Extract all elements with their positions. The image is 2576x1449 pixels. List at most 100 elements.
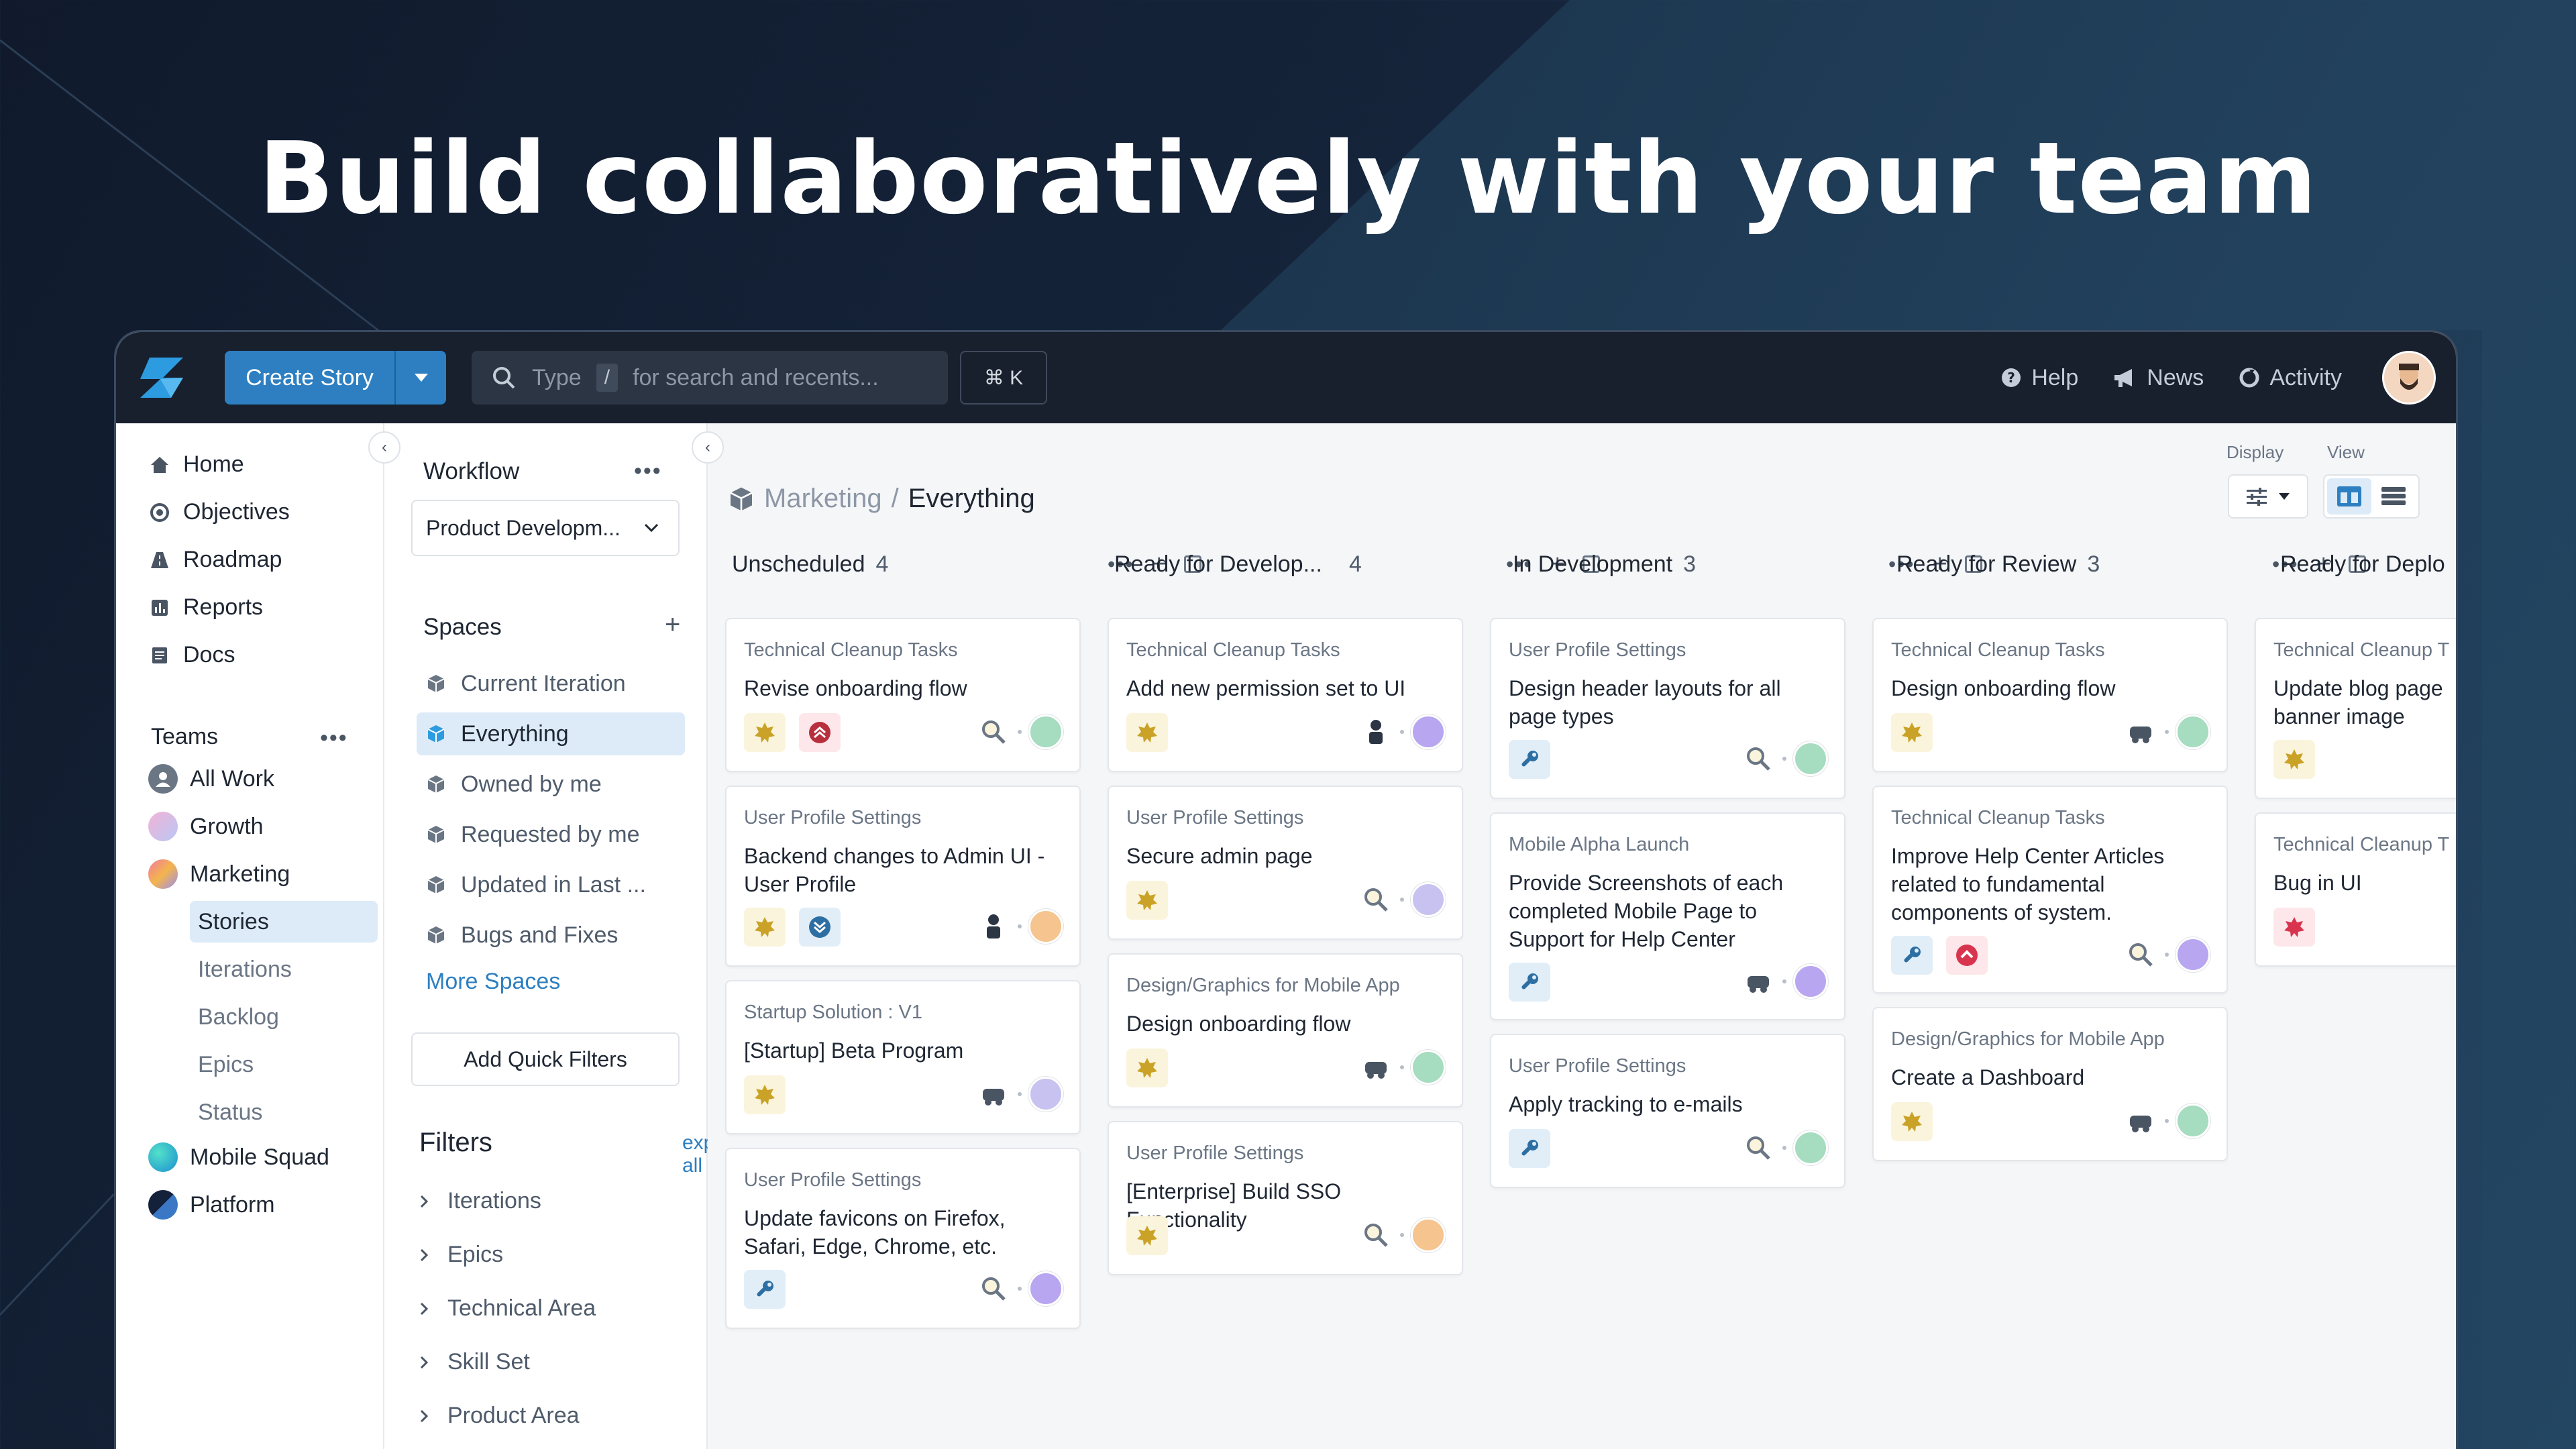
story-card[interactable]: User Profile Settings [Enterprise] Build… bbox=[1108, 1121, 1463, 1275]
card-title[interactable]: Add new permission set to UI bbox=[1126, 674, 1448, 702]
app-logo-icon[interactable] bbox=[136, 352, 187, 403]
card-epic[interactable]: Technical Cleanup Tasks bbox=[1891, 639, 2105, 661]
list-view-button[interactable] bbox=[2371, 478, 2416, 515]
card-epic[interactable]: User Profile Settings bbox=[1126, 1142, 1303, 1165]
kanban-view-button[interactable] bbox=[2327, 478, 2371, 515]
story-card[interactable]: Technical Cleanup Tasks Add new permissi… bbox=[1108, 618, 1463, 772]
card-epic[interactable]: User Profile Settings bbox=[744, 807, 921, 829]
activity-link[interactable]: Activity bbox=[2239, 365, 2342, 391]
owner-avatar[interactable] bbox=[1028, 1077, 1063, 1112]
nav-item-home[interactable]: Home bbox=[148, 451, 244, 478]
card-title[interactable]: Revise onboarding flow bbox=[744, 674, 1066, 702]
owner-avatar[interactable] bbox=[1411, 1050, 1446, 1085]
card-epic[interactable]: Technical Cleanup Tasks bbox=[1891, 807, 2105, 829]
owner-avatar[interactable] bbox=[1793, 741, 1828, 776]
priority-badge[interactable] bbox=[1946, 936, 1988, 975]
filter-epics[interactable]: Epics bbox=[419, 1242, 503, 1268]
card-epic[interactable]: Technical Cleanup Tasks bbox=[744, 639, 958, 661]
owner-avatar[interactable] bbox=[1028, 909, 1063, 944]
filter-iterations[interactable]: Iterations bbox=[419, 1188, 541, 1214]
card-title[interactable]: Design header layouts for all page types bbox=[1509, 674, 1831, 731]
space-requested-by-me[interactable]: Requested by me bbox=[417, 813, 685, 856]
team-all-work[interactable]: All Work bbox=[148, 764, 274, 794]
story-card[interactable]: Startup Solution : V1 [Startup] Beta Pro… bbox=[725, 980, 1081, 1134]
space-current-iteration[interactable]: Current Iteration bbox=[417, 662, 685, 705]
space-owned-by-me[interactable]: Owned by me bbox=[417, 763, 685, 806]
story-card[interactable]: User Profile Settings Design header layo… bbox=[1490, 618, 1845, 799]
chore-badge[interactable] bbox=[744, 1270, 786, 1309]
chore-badge[interactable] bbox=[1509, 963, 1550, 1002]
card-epic[interactable]: Design/Graphics for Mobile App bbox=[1891, 1028, 2165, 1051]
owner-avatar[interactable] bbox=[1411, 1218, 1446, 1252]
card-title[interactable]: Provide Screenshots of each completed Mo… bbox=[1509, 869, 1831, 953]
teams-more-button[interactable]: ••• bbox=[320, 725, 348, 751]
display-settings-button[interactable] bbox=[2228, 474, 2308, 519]
filter-technical-area[interactable]: Technical Area bbox=[419, 1295, 596, 1322]
priority-badge[interactable] bbox=[799, 908, 841, 947]
bug-badge[interactable] bbox=[2273, 908, 2315, 947]
collapse-nav-button[interactable]: ‹ bbox=[368, 431, 400, 464]
help-link[interactable]: ? Help bbox=[2000, 365, 2078, 391]
card-epic[interactable]: User Profile Settings bbox=[1509, 639, 1686, 661]
card-title[interactable]: Update blog page banner image bbox=[2273, 674, 2448, 731]
space-everything[interactable]: Everything bbox=[417, 712, 685, 755]
workflow-more-button[interactable]: ••• bbox=[634, 458, 662, 484]
card-epic[interactable]: Startup Solution : V1 bbox=[744, 1002, 922, 1024]
card-title[interactable]: Update favicons on Firefox, Safari, Edge… bbox=[744, 1204, 1066, 1260]
story-card[interactable]: Technical Cleanup Tasks Improve Help Cen… bbox=[1872, 786, 2228, 994]
workflow-select[interactable]: Product Developm... bbox=[411, 500, 680, 556]
news-link[interactable]: News bbox=[2113, 365, 2204, 391]
feature-badge[interactable] bbox=[2273, 740, 2315, 779]
card-title[interactable]: Design onboarding flow bbox=[1891, 674, 2213, 702]
chore-badge[interactable] bbox=[1509, 740, 1550, 779]
story-card[interactable]: User Profile Settings Update favicons on… bbox=[725, 1148, 1081, 1329]
feature-badge[interactable] bbox=[1126, 713, 1168, 752]
feature-badge[interactable] bbox=[1126, 1049, 1168, 1087]
card-epic[interactable]: User Profile Settings bbox=[1126, 807, 1303, 829]
card-title[interactable]: Create a Dashboard bbox=[1891, 1063, 2213, 1091]
feature-badge[interactable] bbox=[1126, 881, 1168, 920]
create-story-dropdown[interactable] bbox=[396, 372, 446, 383]
space-bugs-and-fixes[interactable]: Bugs and Fixes bbox=[417, 914, 685, 957]
owner-avatar[interactable] bbox=[1028, 714, 1063, 749]
feature-badge[interactable] bbox=[744, 713, 786, 752]
card-title[interactable]: [Startup] Beta Program bbox=[744, 1036, 1066, 1065]
card-epic[interactable]: Technical Cleanup Tasks bbox=[1126, 639, 1340, 661]
owner-avatar[interactable] bbox=[1028, 1271, 1063, 1306]
priority-badge[interactable] bbox=[799, 713, 841, 752]
card-title[interactable]: Backend changes to Admin UI - User Profi… bbox=[744, 842, 1066, 898]
story-card[interactable]: User Profile Settings Backend changes to… bbox=[725, 786, 1081, 967]
feature-badge[interactable] bbox=[1126, 1216, 1168, 1255]
team-platform[interactable]: Platform bbox=[148, 1190, 275, 1220]
marketing-sub-backlog[interactable]: Backlog bbox=[190, 996, 378, 1038]
story-card[interactable]: Design/Graphics for Mobile App Create a … bbox=[1872, 1007, 2228, 1161]
story-card[interactable]: User Profile Settings Secure admin page bbox=[1108, 786, 1463, 940]
card-title[interactable]: Design onboarding flow bbox=[1126, 1010, 1448, 1038]
story-card[interactable]: User Profile Settings Apply tracking to … bbox=[1490, 1034, 1845, 1188]
filter-skill-set[interactable]: Skill Set bbox=[419, 1349, 530, 1375]
marketing-sub-status[interactable]: Status bbox=[190, 1091, 378, 1133]
card-epic[interactable]: Mobile Alpha Launch bbox=[1509, 834, 1689, 856]
card-title[interactable]: Improve Help Center Articles related to … bbox=[1891, 842, 2213, 926]
story-card[interactable]: Technical Cleanup T Update blog page ban… bbox=[2255, 618, 2456, 799]
chore-badge[interactable] bbox=[1891, 936, 1933, 975]
chore-badge[interactable] bbox=[1509, 1129, 1550, 1168]
owner-avatar[interactable] bbox=[1793, 964, 1828, 999]
card-title[interactable]: Secure admin page bbox=[1126, 842, 1448, 870]
story-card[interactable]: Mobile Alpha Launch Provide Screenshots … bbox=[1490, 812, 1845, 1020]
space-updated-recently[interactable]: Updated in Last ... bbox=[417, 863, 685, 906]
card-title[interactable]: Bug in UI bbox=[2273, 869, 2448, 897]
owner-avatar[interactable] bbox=[1411, 882, 1446, 917]
team-marketing[interactable]: Marketing bbox=[148, 859, 290, 889]
feature-badge[interactable] bbox=[744, 1075, 786, 1114]
card-epic[interactable]: User Profile Settings bbox=[744, 1169, 921, 1191]
add-quick-filters-button[interactable]: Add Quick Filters bbox=[411, 1032, 680, 1086]
card-epic[interactable]: User Profile Settings bbox=[1509, 1055, 1686, 1077]
more-spaces-link[interactable]: More Spaces bbox=[426, 969, 560, 995]
card-title[interactable]: Apply tracking to e-mails bbox=[1509, 1090, 1831, 1118]
feature-badge[interactable] bbox=[1891, 713, 1933, 752]
card-epic[interactable]: Design/Graphics for Mobile App bbox=[1126, 975, 1400, 997]
story-card[interactable]: Design/Graphics for Mobile App Design on… bbox=[1108, 953, 1463, 1108]
marketing-sub-epics[interactable]: Epics bbox=[190, 1044, 378, 1085]
command-k-button[interactable]: ⌘ K bbox=[960, 351, 1047, 405]
